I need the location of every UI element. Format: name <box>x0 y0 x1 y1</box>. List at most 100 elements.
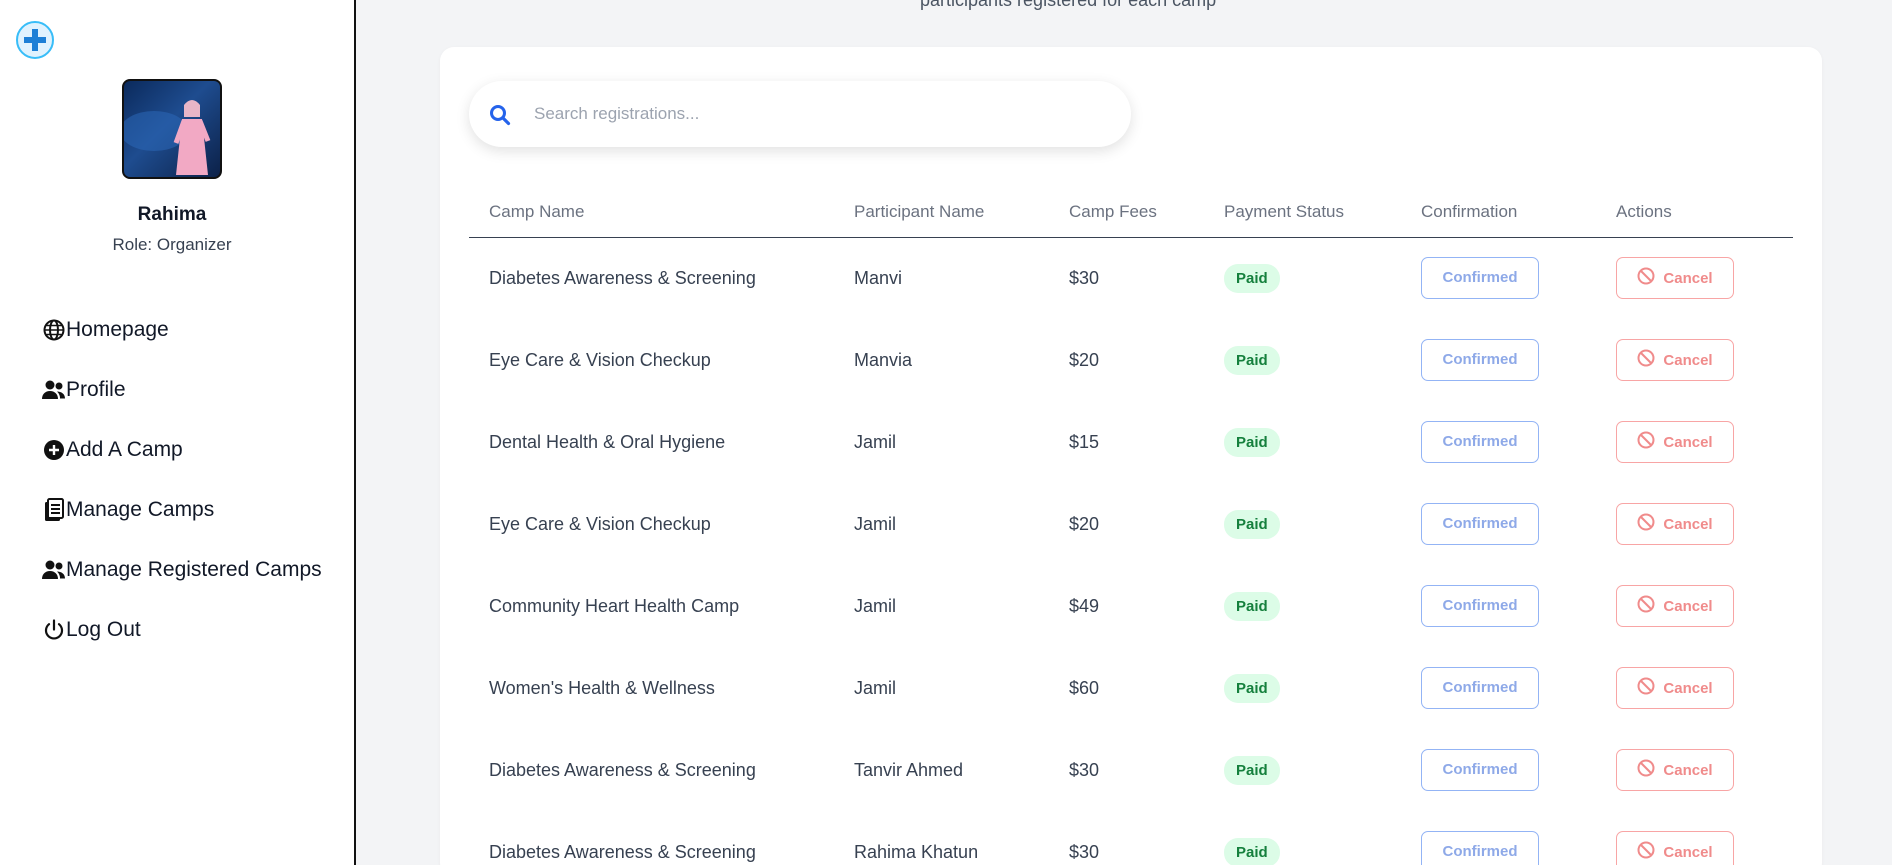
cell-confirmation: Confirmed <box>1401 319 1596 401</box>
cell-actions: Cancel <box>1596 401 1793 483</box>
column-header-actions: Actions <box>1596 187 1793 238</box>
search-input[interactable] <box>534 99 1094 129</box>
cancel-label: Cancel <box>1663 679 1713 697</box>
table-row: Diabetes Awareness & Screening Tanvir Ahm… <box>469 729 1793 811</box>
cell-participant-name: Jamil <box>854 595 897 616</box>
cell-camp-fee: $15 <box>1069 431 1100 452</box>
cell-camp-fee: $30 <box>1069 841 1100 862</box>
sidebar-item-label: Profile <box>66 378 126 401</box>
cell-camp-name: Diabetes Awareness & Screening <box>489 759 756 780</box>
cancel-label: Cancel <box>1663 351 1713 369</box>
cancel-button[interactable]: Cancel <box>1616 503 1734 545</box>
cancel-button[interactable]: Cancel <box>1616 749 1734 791</box>
cell-camp-fee: $60 <box>1069 677 1100 698</box>
cell-camp-fee: $20 <box>1069 513 1100 534</box>
cell-participant-name: Tanvir Ahmed <box>854 759 964 780</box>
sidebar-item-manage-registered-camps[interactable]: Manage Registered Camps <box>42 540 322 600</box>
confirmed-button[interactable]: Confirmed <box>1421 503 1539 545</box>
confirmed-button[interactable]: Confirmed <box>1421 667 1539 709</box>
user-name: Rahima <box>137 204 207 225</box>
cancel-icon <box>1637 841 1655 863</box>
cancel-icon <box>1637 677 1655 699</box>
sidebar-item-homepage[interactable]: Homepage <box>42 300 322 360</box>
cell-payment-status: Paid <box>1204 811 1401 865</box>
cell-actions: Cancel <box>1596 319 1793 401</box>
cancel-button[interactable]: Cancel <box>1616 339 1734 381</box>
sidebar-item-add-camp[interactable]: Add A Camp <box>42 420 322 480</box>
cell-actions: Cancel <box>1596 811 1793 865</box>
confirmed-button[interactable]: Confirmed <box>1421 831 1539 865</box>
confirmed-button[interactable]: Confirmed <box>1421 585 1539 627</box>
registrations-card: Camp Name Participant Name Camp Fees Pay… <box>440 47 1822 865</box>
status-badge: Paid <box>1224 427 1280 457</box>
cell-camp-fee: $30 <box>1069 759 1100 780</box>
cell-payment-status: Paid <box>1204 319 1401 401</box>
confirmed-button[interactable]: Confirmed <box>1421 749 1539 791</box>
logo-icon[interactable] <box>16 21 54 59</box>
users-icon <box>42 378 66 402</box>
cancel-button[interactable]: Cancel <box>1616 667 1734 709</box>
cancel-icon <box>1637 267 1655 289</box>
cell-participant-name: Rahima Khatun <box>854 841 979 862</box>
table-row: Eye Care & Vision Checkup Manvia $20 Paid Co… <box>469 319 1793 401</box>
cell-confirmation: Confirmed <box>1401 401 1596 483</box>
confirmed-button[interactable]: Confirmed <box>1421 257 1539 300</box>
cancel-label: Cancel <box>1663 433 1713 451</box>
status-badge: Paid <box>1224 755 1280 785</box>
cell-participant-name: Jamil <box>854 677 897 698</box>
cell-actions: Cancel <box>1596 647 1793 729</box>
cancel-button[interactable]: Cancel <box>1616 585 1734 627</box>
cell-actions: Cancel <box>1596 729 1793 811</box>
sidebar-item-logout[interactable]: Log Out <box>42 600 322 660</box>
cell-payment-status: Paid <box>1204 401 1401 483</box>
status-badge: Paid <box>1224 673 1280 703</box>
cancel-icon <box>1637 513 1655 535</box>
column-header-confirmation: Confirmation <box>1401 187 1596 238</box>
table-row: Diabetes Awareness & Screening Rahima Kha… <box>469 811 1793 865</box>
cell-camp-fee: $20 <box>1069 349 1100 370</box>
sidebar-item-label: Homepage <box>66 318 169 341</box>
confirmed-button[interactable]: Confirmed <box>1421 339 1539 381</box>
cell-confirmation: Confirmed <box>1401 811 1596 865</box>
cell-participant-name: Jamil <box>854 431 897 452</box>
cell-confirmation: Confirmed <box>1401 483 1596 565</box>
cell-payment-status: Paid <box>1204 647 1401 729</box>
cell-actions: Cancel <box>1596 237 1793 319</box>
cell-camp-name: Diabetes Awareness & Screening <box>489 841 756 862</box>
table-row: Dental Health & Oral Hygiene Jamil $15 Paid… <box>469 401 1793 483</box>
sidebar-item-label: Manage Registered Camps <box>66 558 322 581</box>
power-icon <box>42 618 66 642</box>
cell-camp-name: Women's Health & Wellness <box>489 677 715 698</box>
page-subtitle: participants registered for each camp <box>920 0 1217 10</box>
cell-camp-name: Eye Care & Vision Checkup <box>489 513 711 534</box>
sidebar-item-profile[interactable]: Profile <box>42 360 322 420</box>
cancel-button[interactable]: Cancel <box>1616 421 1734 463</box>
cell-actions: Cancel <box>1596 483 1793 565</box>
registrations-table: Camp Name Participant Name Camp Fees Pay… <box>469 187 1793 865</box>
status-badge: Paid <box>1224 263 1280 293</box>
sidebar-item-manage-camps[interactable]: Manage Camps <box>42 480 322 540</box>
confirmed-button[interactable]: Confirmed <box>1421 421 1539 463</box>
table-row: Community Heart Health Camp Jamil $49 Paid C… <box>469 565 1793 647</box>
cancel-label: Cancel <box>1663 515 1713 533</box>
status-badge: Paid <box>1224 509 1280 539</box>
cancel-button[interactable]: Cancel <box>1616 257 1734 300</box>
sidebar-item-label: Log Out <box>66 618 141 641</box>
column-header-camp-name: Camp Name <box>469 187 834 238</box>
cell-participant-name: Jamil <box>854 513 897 534</box>
sidebar: Rahima Role: Organizer Homepage Profile … <box>0 0 356 865</box>
table-row: Women's Health & Wellness Jamil $60 Paid Con… <box>469 647 1793 729</box>
cancel-icon <box>1637 349 1655 371</box>
clipboard-icon <box>42 498 66 522</box>
cell-payment-status: Paid <box>1204 483 1401 565</box>
table-header-row: Camp Name Participant Name Camp Fees Pay… <box>469 187 1793 238</box>
cell-camp-name: Diabetes Awareness & Screening <box>489 267 756 288</box>
cell-actions: Cancel <box>1596 565 1793 647</box>
cell-camp-fee: $49 <box>1069 595 1100 616</box>
cancel-label: Cancel <box>1663 761 1713 779</box>
cancel-button[interactable]: Cancel <box>1616 831 1734 865</box>
cell-payment-status: Paid <box>1204 237 1401 319</box>
cell-confirmation: Confirmed <box>1401 237 1596 319</box>
column-header-camp-fees: Camp Fees <box>1049 187 1204 238</box>
cancel-icon <box>1637 759 1655 781</box>
